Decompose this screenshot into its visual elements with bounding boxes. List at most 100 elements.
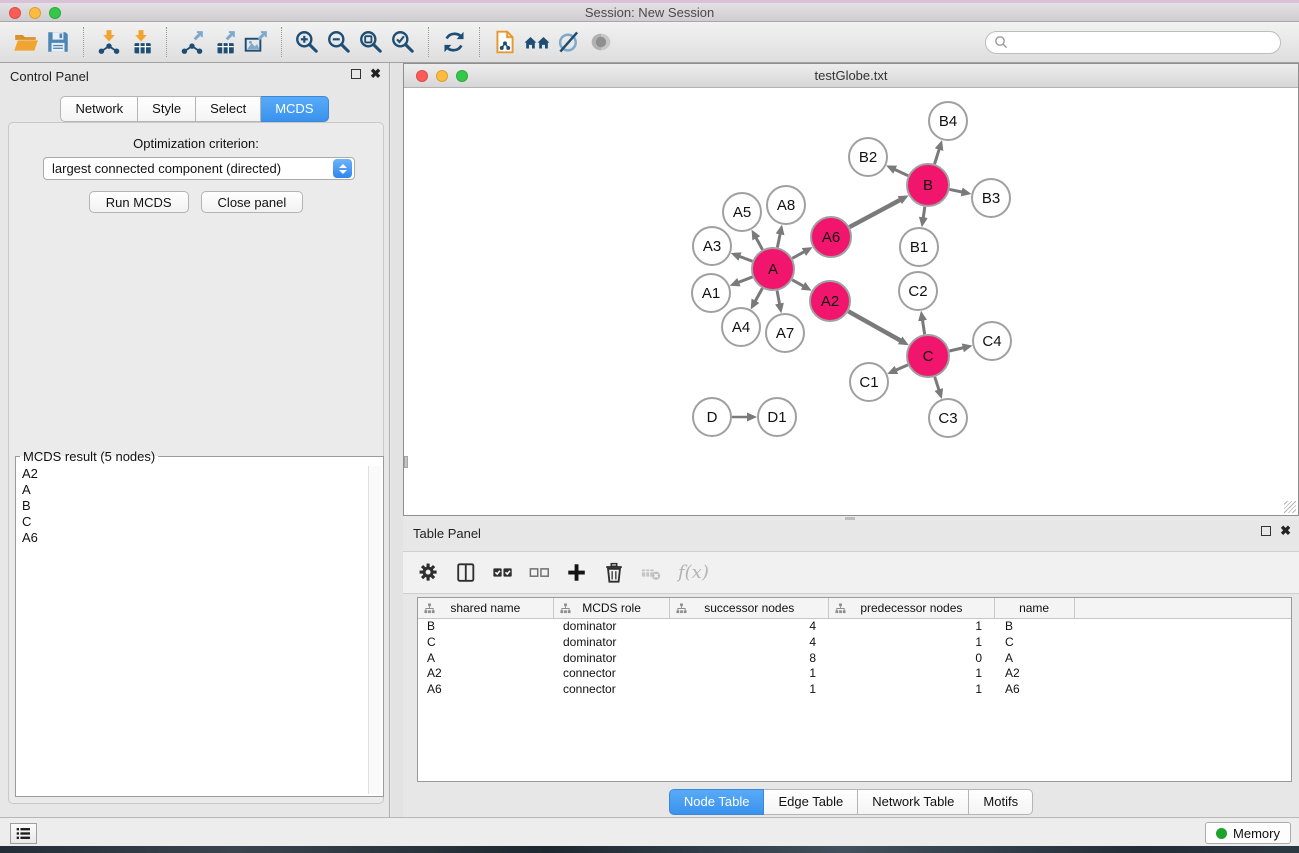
float-table-panel-icon[interactable]: [1261, 526, 1271, 536]
graph-node-B3[interactable]: B3: [972, 179, 1010, 217]
canvas-edge-grip[interactable]: [404, 456, 408, 468]
graph-node-A[interactable]: A: [752, 248, 794, 290]
tab-node-table[interactable]: Node Table: [669, 789, 765, 815]
toolbar-button-zoom-out[interactable]: [323, 26, 355, 58]
search-field[interactable]: [985, 31, 1281, 54]
result-list-item[interactable]: B: [18, 498, 381, 514]
column-header-predecessor-nodes[interactable]: predecessor nodes: [829, 598, 995, 618]
toolbar-button-apply-layout[interactable]: [438, 26, 470, 58]
task-history-button[interactable]: [10, 823, 37, 844]
graph-node-A6[interactable]: A6: [811, 217, 851, 257]
edge-C-C1[interactable]: [896, 365, 908, 370]
node-table[interactable]: shared nameMCDS rolesuccessor nodesprede…: [417, 597, 1292, 782]
toolbar-button-export-image[interactable]: [240, 26, 272, 58]
graph-node-D1[interactable]: D1: [758, 398, 796, 436]
edge-A-A1[interactable]: [738, 277, 752, 283]
toolbar-button-level-of-detail[interactable]: [553, 26, 585, 58]
edge-B-B3[interactable]: [950, 189, 963, 192]
graph-node-A1[interactable]: A1: [692, 274, 730, 312]
result-list-item[interactable]: A: [18, 482, 381, 498]
graph-node-A4[interactable]: A4: [722, 308, 760, 346]
graph-node-B2[interactable]: B2: [849, 138, 887, 176]
edge-A6-B[interactable]: [850, 200, 901, 227]
memory-button[interactable]: Memory: [1205, 822, 1291, 844]
graph-node-B[interactable]: B: [907, 164, 949, 206]
graph-node-C[interactable]: C: [907, 335, 949, 377]
graph-node-A8[interactable]: A8: [767, 186, 805, 224]
close-panel-button[interactable]: Close panel: [201, 191, 304, 213]
graph-node-B4[interactable]: B4: [929, 102, 967, 140]
search-input[interactable]: [1012, 35, 1272, 50]
graph-node-D[interactable]: D: [693, 398, 731, 436]
edge-A-A6[interactable]: [792, 251, 804, 258]
table-toolbar-select-all-button[interactable]: [491, 561, 515, 585]
table-toolbar-show-column-pane-button[interactable]: [454, 561, 478, 585]
tab-motifs[interactable]: Motifs: [969, 789, 1033, 815]
graph-node-A3[interactable]: A3: [693, 227, 731, 265]
toolbar-button-export-table[interactable]: [208, 26, 240, 58]
edge-C-C2[interactable]: [922, 320, 924, 335]
graph-node-A2[interactable]: A2: [810, 281, 850, 321]
result-list-item[interactable]: C: [18, 514, 381, 530]
graph-node-C3[interactable]: C3: [929, 399, 967, 437]
toolbar-button-zoom-selected[interactable]: [387, 26, 419, 58]
graph-node-C1[interactable]: C1: [850, 363, 888, 401]
column-header-MCDS-role[interactable]: MCDS role: [554, 598, 671, 618]
edge-C-C4[interactable]: [949, 348, 963, 351]
table-row[interactable]: A6connector11A6: [418, 682, 1291, 698]
table-row[interactable]: Bdominator41B: [418, 619, 1291, 635]
edge-A-A5[interactable]: [756, 237, 763, 249]
edge-B-B2[interactable]: [894, 169, 908, 175]
toolbar-button-zoom-in[interactable]: [291, 26, 323, 58]
toolbar-button-eye[interactable]: [585, 26, 617, 58]
result-list-item[interactable]: A6: [18, 530, 381, 546]
edge-C-C3[interactable]: [935, 377, 939, 390]
result-list-item[interactable]: A2: [18, 466, 381, 482]
column-header-name[interactable]: name: [995, 598, 1075, 618]
window-resize-grip[interactable]: [1284, 501, 1296, 513]
toolbar-button-home[interactable]: [521, 26, 553, 58]
run-mcds-button[interactable]: Run MCDS: [89, 191, 189, 213]
result-list-scrollbar[interactable]: [368, 466, 381, 794]
tab-style[interactable]: Style: [138, 96, 196, 122]
table-toolbar-delete-button[interactable]: [602, 561, 626, 585]
toolbar-button-import-network[interactable]: [93, 26, 125, 58]
toolbar-button-open-session[interactable]: [10, 26, 42, 58]
edge-B-B1[interactable]: [923, 207, 925, 219]
edge-A-A3[interactable]: [739, 256, 752, 261]
network-canvas[interactable]: B4B2BB3A5A8A6B1A3AA1C2A2A4A7C4CC1C3DD1: [404, 88, 1298, 515]
toolbar-button-save-session[interactable]: [42, 26, 74, 58]
column-header-successor-nodes[interactable]: successor nodes: [670, 598, 829, 618]
toolbar-button-export-network[interactable]: [176, 26, 208, 58]
mcds-result-list[interactable]: A2ABCA6: [18, 466, 381, 794]
edge-A-A7[interactable]: [777, 291, 780, 305]
toolbar-button-import-table[interactable]: [125, 26, 157, 58]
tab-mcds[interactable]: MCDS: [261, 96, 328, 122]
graph-node-C2[interactable]: C2: [899, 272, 937, 310]
table-toolbar-add-button[interactable]: [565, 561, 589, 585]
tab-select[interactable]: Select: [196, 96, 261, 122]
float-panel-icon[interactable]: [351, 69, 361, 79]
edge-B-B4[interactable]: [935, 149, 940, 164]
toolbar-button-network-document[interactable]: [489, 26, 521, 58]
graph-node-A7[interactable]: A7: [766, 314, 804, 352]
table-row[interactable]: Adominator80A: [418, 651, 1291, 667]
edge-A-A4[interactable]: [755, 288, 762, 301]
table-toolbar-column-settings-button[interactable]: [417, 561, 441, 585]
tab-network[interactable]: Network: [60, 96, 138, 122]
panel-splitter[interactable]: [391, 63, 403, 817]
graph-node-A5[interactable]: A5: [723, 193, 761, 231]
column-header-shared-name[interactable]: shared name: [418, 598, 554, 618]
toolbar-button-zoom-fit[interactable]: [355, 26, 387, 58]
table-row[interactable]: A2connector11A2: [418, 666, 1291, 682]
edge-A2-C[interactable]: [848, 311, 901, 341]
close-panel-icon[interactable]: ✖: [370, 69, 381, 79]
table-toolbar-deselect-all-button[interactable]: [528, 561, 552, 585]
table-row[interactable]: Cdominator41C: [418, 635, 1291, 651]
close-table-panel-icon[interactable]: ✖: [1280, 526, 1291, 536]
network-graph[interactable]: B4B2BB3A5A8A6B1A3AA1C2A2A4A7C4CC1C3DD1: [404, 88, 1298, 515]
edge-A-A8[interactable]: [777, 233, 780, 247]
graph-node-B1[interactable]: B1: [900, 228, 938, 266]
tab-edge-table[interactable]: Edge Table: [764, 789, 858, 815]
edge-A-A2[interactable]: [792, 280, 804, 287]
